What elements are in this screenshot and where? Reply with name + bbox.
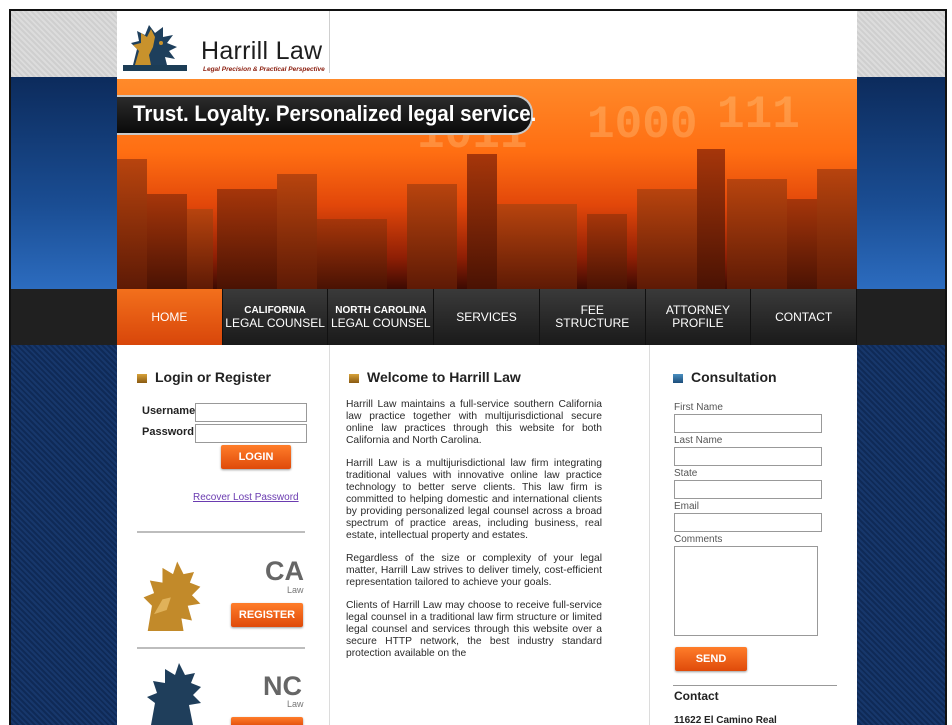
password-label: Password [142,426,194,438]
nc-register-button[interactable] [231,717,303,725]
slogan-text: Trust. Loyalty. Personalized legal servi… [133,101,537,126]
lion-crest-icon[interactable] [123,21,187,71]
welcome-paragraph: Harrill Law is a multijurisdictional law… [346,458,602,541]
password-input[interactable] [195,424,307,443]
main-nav: HOME CALIFORNIA LEGAL COUNSEL NORTH CAROL… [117,289,858,345]
email-label: Email [674,501,700,512]
bullet-icon [137,373,147,383]
email-input[interactable] [674,513,822,532]
recover-password-link[interactable]: Recover Lost Password [193,492,299,503]
header: Harrill Law Legal Precision & Practical … [117,11,857,79]
nav-fee-structure[interactable]: FEE STRUCTURE [540,289,646,345]
bullet-icon [349,373,359,383]
bullet-icon [673,373,683,383]
browser-frame: Harrill Law Legal Precision & Practical … [9,9,947,725]
username-label: Username [142,405,196,417]
nc-code: NC [263,671,302,701]
username-input[interactable] [195,403,307,422]
brand-tagline: Legal Precision & Practical Perspective [203,66,325,73]
nav-attorney-profile[interactable]: ATTORNEY PROFILE [646,289,752,345]
first-name-label: First Name [674,402,723,413]
login-title: Login or Register [137,369,271,385]
welcome-paragraph: Harrill Law maintains a full-service sou… [346,399,602,446]
contact-title: Contact [674,689,719,703]
send-button[interactable]: SEND [675,647,747,671]
divider [673,685,837,686]
nav-contact[interactable]: CONTACT [751,289,858,345]
welcome-title: Welcome to Harrill Law [349,369,521,385]
first-name-input[interactable] [674,414,822,433]
login-button[interactable]: LOGIN [221,445,291,469]
ca-lion-icon [143,561,201,631]
page: Harrill Law Legal Precision & Practical … [117,11,858,725]
column-divider [649,345,650,725]
header-divider [329,11,330,73]
nav-home[interactable]: HOME [117,289,223,345]
comments-label: Comments [674,534,723,545]
nc-law-label: Law [287,699,304,709]
slogan-banner: Trust. Loyalty. Personalized legal servi… [117,95,537,135]
decorative-digits: 1000 [587,99,698,151]
consultation-title: Consultation [673,369,777,385]
last-name-input[interactable] [674,447,822,466]
welcome-paragraph: Regardless of the size or complexity of … [346,553,602,588]
welcome-paragraph: Clients of Harrill Law may choose to rec… [346,600,602,659]
ca-register-button[interactable]: REGISTER [231,603,303,627]
divider [137,531,305,533]
ca-law-label: Law [287,585,304,595]
comments-textarea[interactable] [674,546,818,636]
nav-california-legal-counsel[interactable]: CALIFORNIA LEGAL COUNSEL [223,289,329,345]
last-name-label: Last Name [674,435,723,446]
nav-services[interactable]: SERVICES [434,289,540,345]
nc-lion-icon [147,663,201,725]
ca-code: CA [265,556,304,586]
divider [137,647,305,649]
brand-name[interactable]: Harrill Law [201,37,322,66]
welcome-body: Harrill Law maintains a full-service sou… [346,399,602,671]
column-divider [329,345,330,725]
contact-address: 11622 El Camino Real [674,715,777,725]
hero-banner: 1011 1000 111 Trust. Loyalty. Personaliz… [117,79,857,289]
state-input[interactable] [674,480,822,499]
decorative-digits: 111 [717,89,800,141]
state-label: State [674,468,698,479]
nav-north-carolina-legal-counsel[interactable]: NORTH CAROLINA LEGAL COUNSEL [328,289,435,345]
